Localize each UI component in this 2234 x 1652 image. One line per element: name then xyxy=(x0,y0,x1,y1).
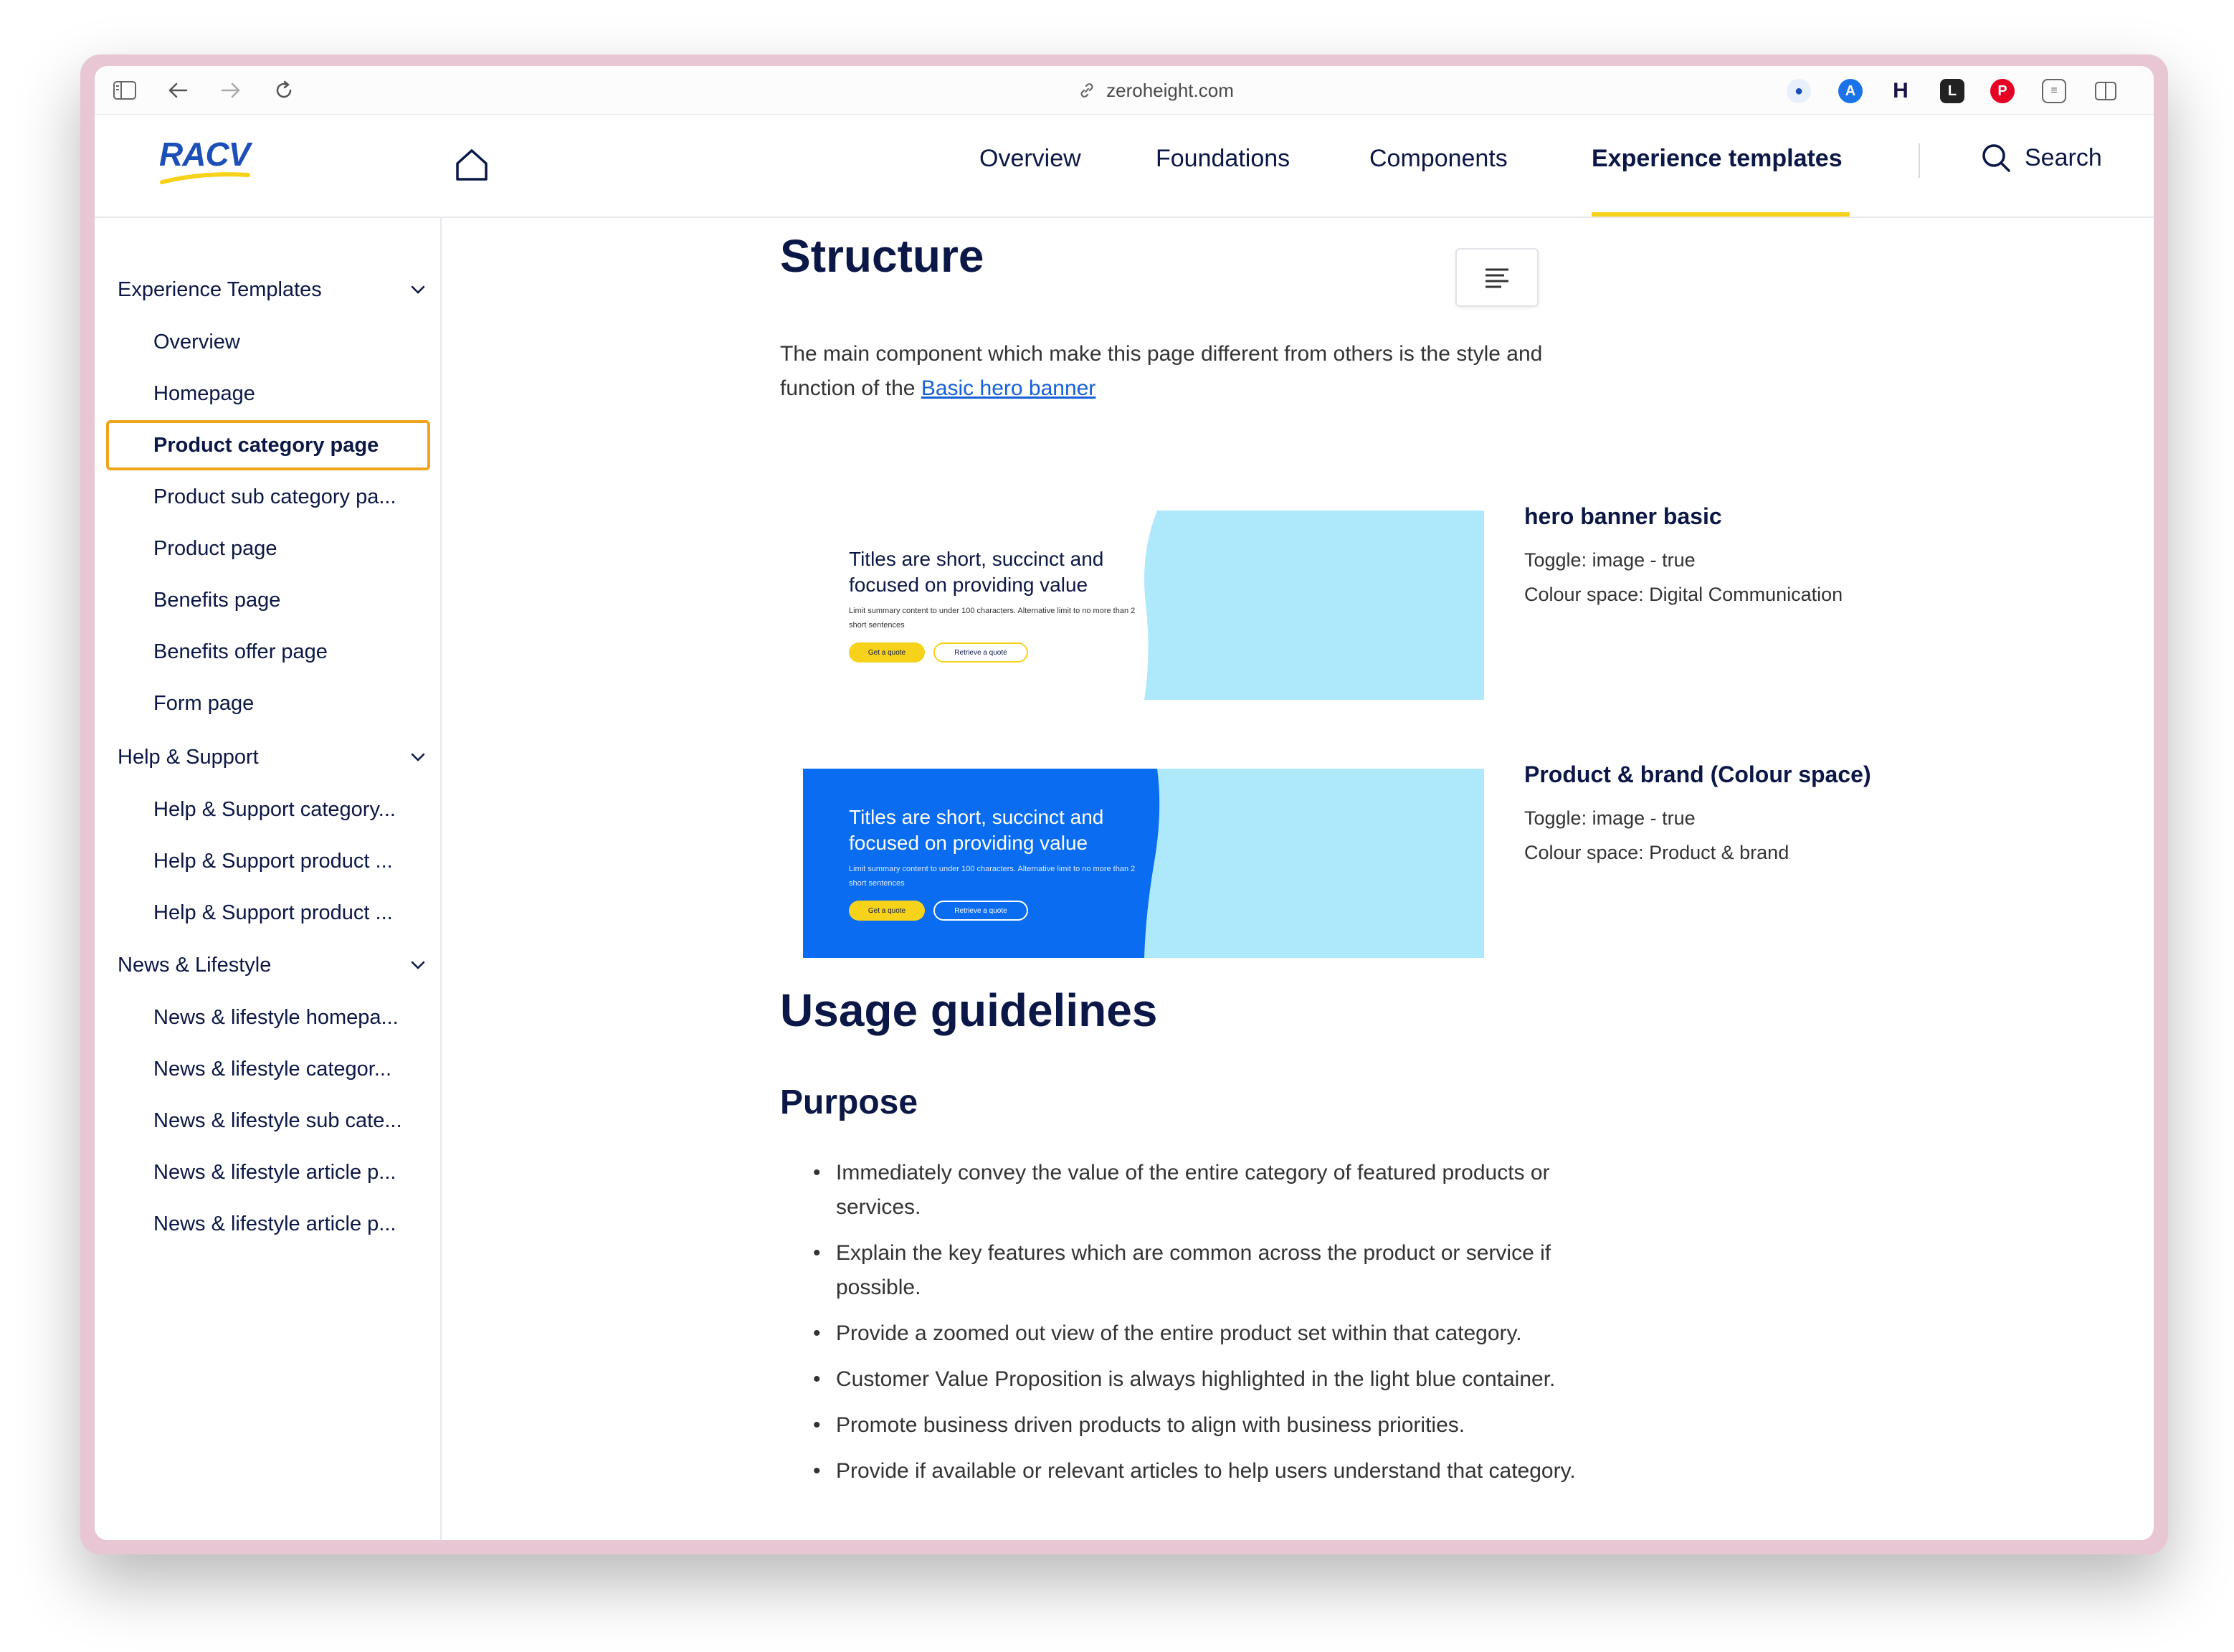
sidebar-toggle-icon[interactable] xyxy=(110,76,139,105)
sidebar-item-product-sub-category-page[interactable]: Product sub category pa... xyxy=(106,472,430,522)
list-item: Provide if available or relevant article… xyxy=(813,1454,1616,1489)
list-item: Customer Value Proposition is always hig… xyxy=(813,1362,1616,1397)
sidebar-item-product-category-page[interactable]: Product category page xyxy=(106,420,430,470)
extension-h-icon[interactable]: H xyxy=(1888,79,1913,103)
site-header: RACV Overview Foundations Components Exp… xyxy=(95,115,2154,218)
intro-paragraph: The main component which make this page … xyxy=(780,337,1612,406)
sidebar: Experience Templates Overview Homepage P… xyxy=(95,218,442,1540)
split-view-icon[interactable] xyxy=(2093,79,2118,103)
browser-window: zeroheight.com ● A H L P ≡ RACV Overview… xyxy=(95,66,2154,1540)
usage-guidelines-heading: Usage guidelines xyxy=(780,984,1158,1036)
logo-swoosh-icon xyxy=(160,172,250,184)
sidebar-item-form-page[interactable]: Form page xyxy=(106,678,430,728)
forward-icon[interactable] xyxy=(217,76,245,105)
sidebar-item-product-page[interactable]: Product page xyxy=(106,523,430,574)
main-content: Structure The main component which make … xyxy=(443,218,2154,1540)
list-item: Promote business driven products to alig… xyxy=(813,1408,1616,1443)
reload-icon[interactable] xyxy=(270,76,298,105)
chevron-down-icon xyxy=(411,753,425,761)
hero-banner-basic-preview: Titles are short, succinct and focused o… xyxy=(803,511,1484,700)
sidebar-group-news-lifestyle[interactable]: News & Lifestyle xyxy=(118,945,426,985)
search-label: Search xyxy=(2025,143,2102,171)
extension-password-icon[interactable]: ● xyxy=(1787,79,1811,103)
sidebar-group-label: Experience Templates xyxy=(118,277,322,301)
nav-experience-templates[interactable]: Experience templates xyxy=(1592,145,1843,173)
nav-divider xyxy=(1919,143,1920,178)
hero-banner-basic-toggle: Toggle: image - true xyxy=(1524,549,1696,571)
sidebar-item-help-support-category[interactable]: Help & Support category... xyxy=(106,784,430,835)
address-bar[interactable]: zeroheight.com xyxy=(1012,76,1299,105)
sidebar-item-news-lifestyle-sub-category[interactable]: News & lifestyle sub cate... xyxy=(106,1096,430,1146)
sidebar-item-homepage[interactable]: Homepage xyxy=(106,369,430,419)
search-button[interactable]: Search xyxy=(1980,142,2102,174)
banner-title: Titles are short, succinct and focused o… xyxy=(849,548,1104,596)
sidebar-item-help-support-product-2[interactable]: Help & Support product ... xyxy=(106,888,430,938)
nav-components[interactable]: Components xyxy=(1369,145,1508,173)
product-brand-colour-space: Colour space: Product & brand xyxy=(1524,842,1789,863)
chevron-down-icon xyxy=(411,961,425,969)
banner-summary: Limit summary content to under 100 chara… xyxy=(849,607,1136,630)
get-a-quote-button: Get a quote xyxy=(849,901,925,921)
table-of-contents-icon xyxy=(1486,268,1508,288)
extension-pinterest-icon[interactable]: P xyxy=(1990,79,2015,103)
retrieve-a-quote-button: Retrieve a quote xyxy=(933,901,1028,921)
sidebar-group-experience-templates[interactable]: Experience Templates xyxy=(118,270,426,310)
list-item: Provide a zoomed out view of the entire … xyxy=(813,1316,1616,1351)
list-item: Explain the key features which are commo… xyxy=(813,1236,1616,1305)
banner-summary: Limit summary content to under 100 chara… xyxy=(849,865,1136,888)
search-icon xyxy=(1982,144,2010,172)
active-nav-indicator xyxy=(1592,212,1850,217)
extension-l-icon[interactable]: L xyxy=(1940,79,1964,103)
purpose-list: Immediately convey the value of the enti… xyxy=(813,1156,1616,1500)
get-a-quote-button: Get a quote xyxy=(849,642,925,663)
logo-text: RACV xyxy=(159,136,250,173)
sidebar-item-benefits-offer-page[interactable]: Benefits offer page xyxy=(106,627,430,677)
browser-toolbar: zeroheight.com ● A H L P ≡ xyxy=(95,66,2154,115)
hero-banner-basic-colour-space: Colour space: Digital Communication xyxy=(1524,584,1843,605)
product-brand-banner-preview: Titles are short, succinct and focused o… xyxy=(803,769,1484,958)
sidebar-item-help-support-product[interactable]: Help & Support product ... xyxy=(106,836,430,886)
structure-heading: Structure xyxy=(780,230,984,282)
banner-text-block: Titles are short, succinct and focused o… xyxy=(849,804,1150,921)
sidebar-item-news-lifestyle-article[interactable]: News & lifestyle article p... xyxy=(106,1147,430,1197)
sidebar-group-label: News & Lifestyle xyxy=(118,953,272,977)
link-icon xyxy=(1080,83,1093,98)
list-item: Immediately convey the value of the enti… xyxy=(813,1156,1616,1225)
sidebar-item-benefits-page[interactable]: Benefits page xyxy=(106,575,430,625)
product-brand-title: Product & brand (Colour space) xyxy=(1524,761,1871,787)
chevron-down-icon xyxy=(411,285,425,294)
home-icon[interactable] xyxy=(453,146,490,184)
racv-logo[interactable]: RACV xyxy=(159,135,252,192)
sidebar-group-label: Help & Support xyxy=(118,745,259,769)
extension-translate-icon[interactable]: A xyxy=(1838,79,1863,103)
banner-title: Titles are short, succinct and focused o… xyxy=(849,806,1104,854)
url-text: zeroheight.com xyxy=(1106,79,1234,101)
purpose-heading: Purpose xyxy=(780,1083,918,1121)
sidebar-group-help-support[interactable]: Help & Support xyxy=(118,737,426,777)
basic-hero-banner-link[interactable]: Basic hero banner xyxy=(921,376,1096,400)
nav-overview[interactable]: Overview xyxy=(979,145,1081,173)
banner-image-area xyxy=(1144,769,1484,958)
product-brand-toggle: Toggle: image - true xyxy=(1524,807,1696,829)
sidebar-item-news-lifestyle-homepage[interactable]: News & lifestyle homepa... xyxy=(106,992,430,1043)
back-icon[interactable] xyxy=(163,76,192,105)
extension-settings-icon[interactable]: ≡ xyxy=(2042,79,2066,103)
table-of-contents-button[interactable] xyxy=(1455,248,1539,307)
sidebar-item-news-lifestyle-article-2[interactable]: News & lifestyle article p... xyxy=(106,1199,430,1249)
sidebar-item-overview[interactable]: Overview xyxy=(106,317,430,367)
retrieve-a-quote-button: Retrieve a quote xyxy=(933,642,1028,663)
banner-image-area xyxy=(1144,511,1484,700)
sidebar-item-news-lifestyle-category[interactable]: News & lifestyle categor... xyxy=(106,1044,430,1094)
nav-foundations[interactable]: Foundations xyxy=(1156,145,1290,173)
intro-text: The main component which make this page … xyxy=(780,342,1543,400)
hero-banner-basic-title: hero banner basic xyxy=(1524,503,1722,529)
banner-text-block: Titles are short, succinct and focused o… xyxy=(849,546,1150,663)
